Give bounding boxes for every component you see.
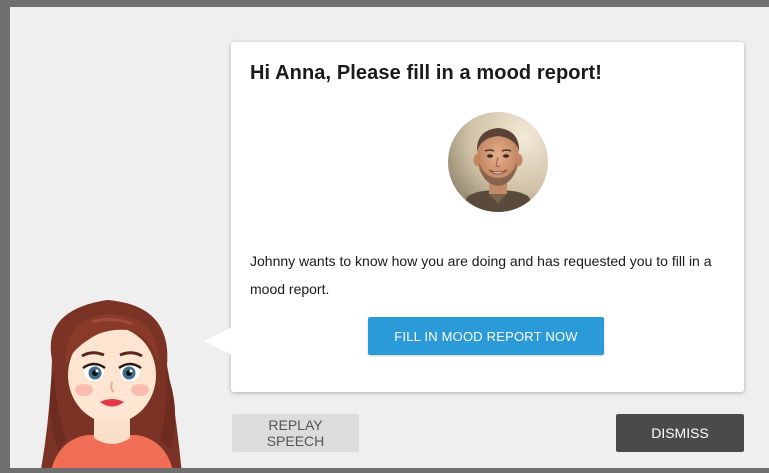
speech-bubble-pointer (204, 327, 232, 355)
notification-card: Hi Anna, Please fill in a mood report! J… (204, 42, 744, 392)
notification-title: Hi Anna, Please fill in a mood report! (250, 62, 603, 84)
notification-message: Johnny wants to know how you are doing a… (250, 253, 712, 297)
sender-avatar (448, 112, 548, 212)
app-frame: Hi Anna, Please fill in a mood report! J… (0, 0, 769, 473)
cartoon-woman-icon (41, 300, 182, 468)
replay-speech-button[interactable]: REPLAY SPEECH (232, 414, 359, 452)
fill-mood-report-button[interactable]: FILL IN MOOD REPORT NOW (368, 317, 604, 355)
dismiss-button[interactable]: DISMISS (616, 414, 744, 452)
avatar-photo-icon (448, 112, 548, 212)
assistant-character (32, 290, 192, 468)
